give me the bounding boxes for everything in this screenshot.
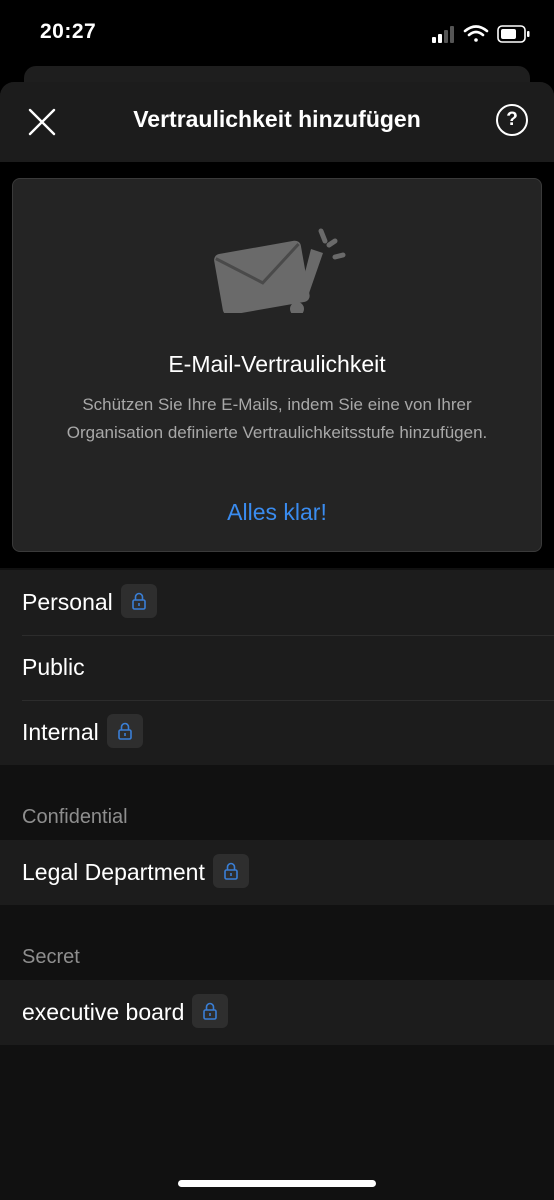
label-text: Public <box>22 654 85 680</box>
label-item-public[interactable]: Public <box>0 635 554 700</box>
signal-icon <box>432 26 454 43</box>
status-bar: 20:27 <box>0 0 554 66</box>
lock-icon <box>212 853 249 888</box>
sensitivity-modal: Vertraulichkeit hinzufügen ? E-Mail-Vert… <box>0 82 554 1200</box>
wifi-icon <box>463 25 489 42</box>
page-title: Vertraulichkeit hinzufügen <box>133 106 421 132</box>
secret-list: executive board <box>0 980 554 1045</box>
status-time: 20:27 <box>40 20 97 43</box>
label-item-personal[interactable]: Personal <box>0 570 554 635</box>
section-header-confidential: Confidential <box>22 806 128 828</box>
confidential-list: Legal Department <box>0 840 554 905</box>
info-card: E-Mail-Vertraulichkeit Schützen Sie Ihre… <box>12 178 542 552</box>
lock-icon <box>106 713 143 748</box>
label-item-internal[interactable]: Internal <box>0 700 554 765</box>
label-text: Legal Department <box>22 859 205 885</box>
label-item-legal-department[interactable]: Legal Department <box>0 840 554 905</box>
status-icons <box>432 22 532 46</box>
card-description: Schützen Sie Ihre E-Mails, indem Sie ein… <box>66 395 488 442</box>
banner-area: E-Mail-Vertraulichkeit Schützen Sie Ihre… <box>0 162 554 568</box>
lock-icon <box>120 583 157 618</box>
got-it-button[interactable]: Alles klar! <box>13 499 541 526</box>
label-text: executive board <box>22 999 185 1025</box>
home-indicator[interactable] <box>178 1180 376 1187</box>
battery-icon <box>497 25 530 43</box>
label-text: Personal <box>22 589 113 615</box>
card-title: E-Mail-Vertraulichkeit <box>168 351 386 377</box>
modal-header: Vertraulichkeit hinzufügen ? <box>0 82 554 162</box>
label-list: Personal Public Internal <box>0 570 554 765</box>
lock-icon <box>192 993 229 1028</box>
label-text: Internal <box>22 719 99 745</box>
envelope-alert-icon <box>211 223 347 316</box>
section-header-secret: Secret <box>22 946 80 968</box>
help-button[interactable]: ? <box>496 104 528 136</box>
label-item-executive-board[interactable]: executive board <box>0 980 554 1045</box>
